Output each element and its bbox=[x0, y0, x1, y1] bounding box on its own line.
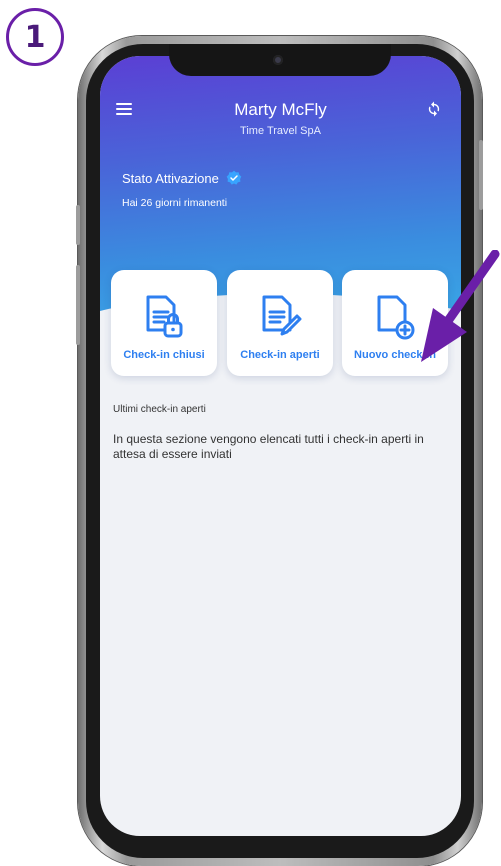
phone-side-button bbox=[479, 140, 483, 210]
document-edit-icon bbox=[262, 295, 302, 336]
action-cards: Check-in chiusi Check-in aperti Nuovo ch… bbox=[111, 270, 448, 377]
company-name: Time Travel SpA bbox=[240, 125, 321, 137]
open-checkins-card[interactable]: Check-in aperti bbox=[227, 270, 333, 376]
document-add-icon bbox=[377, 295, 415, 340]
app-screen: Marty McFly Time Travel SpA Stato Attiva… bbox=[100, 56, 461, 836]
pointer-arrow-icon bbox=[421, 250, 500, 362]
activation-status-label: Stato Attivazione bbox=[122, 170, 219, 186]
open-checkins-section-title: Ultimi check-in aperti bbox=[113, 404, 206, 415]
open-checkins-label: Check-in aperti bbox=[240, 349, 320, 361]
open-checkins-description: In questa sezione vengono elencati tutti… bbox=[113, 432, 424, 461]
phone-side-button bbox=[76, 265, 80, 345]
user-name: Marty McFly bbox=[234, 100, 327, 119]
activation-status: Stato Attivazione bbox=[122, 170, 242, 186]
document-lock-icon bbox=[146, 295, 183, 338]
verified-check-icon bbox=[226, 170, 242, 185]
closed-checkins-card[interactable]: Check-in chiusi bbox=[111, 270, 217, 376]
step-number-badge: 1 bbox=[6, 8, 64, 66]
front-camera bbox=[273, 55, 283, 65]
days-remaining: Hai 26 giorni rimanenti bbox=[122, 197, 228, 209]
closed-checkins-label: Check-in chiusi bbox=[123, 349, 205, 361]
sync-icon[interactable] bbox=[425, 100, 443, 118]
phone-side-button bbox=[76, 205, 80, 245]
